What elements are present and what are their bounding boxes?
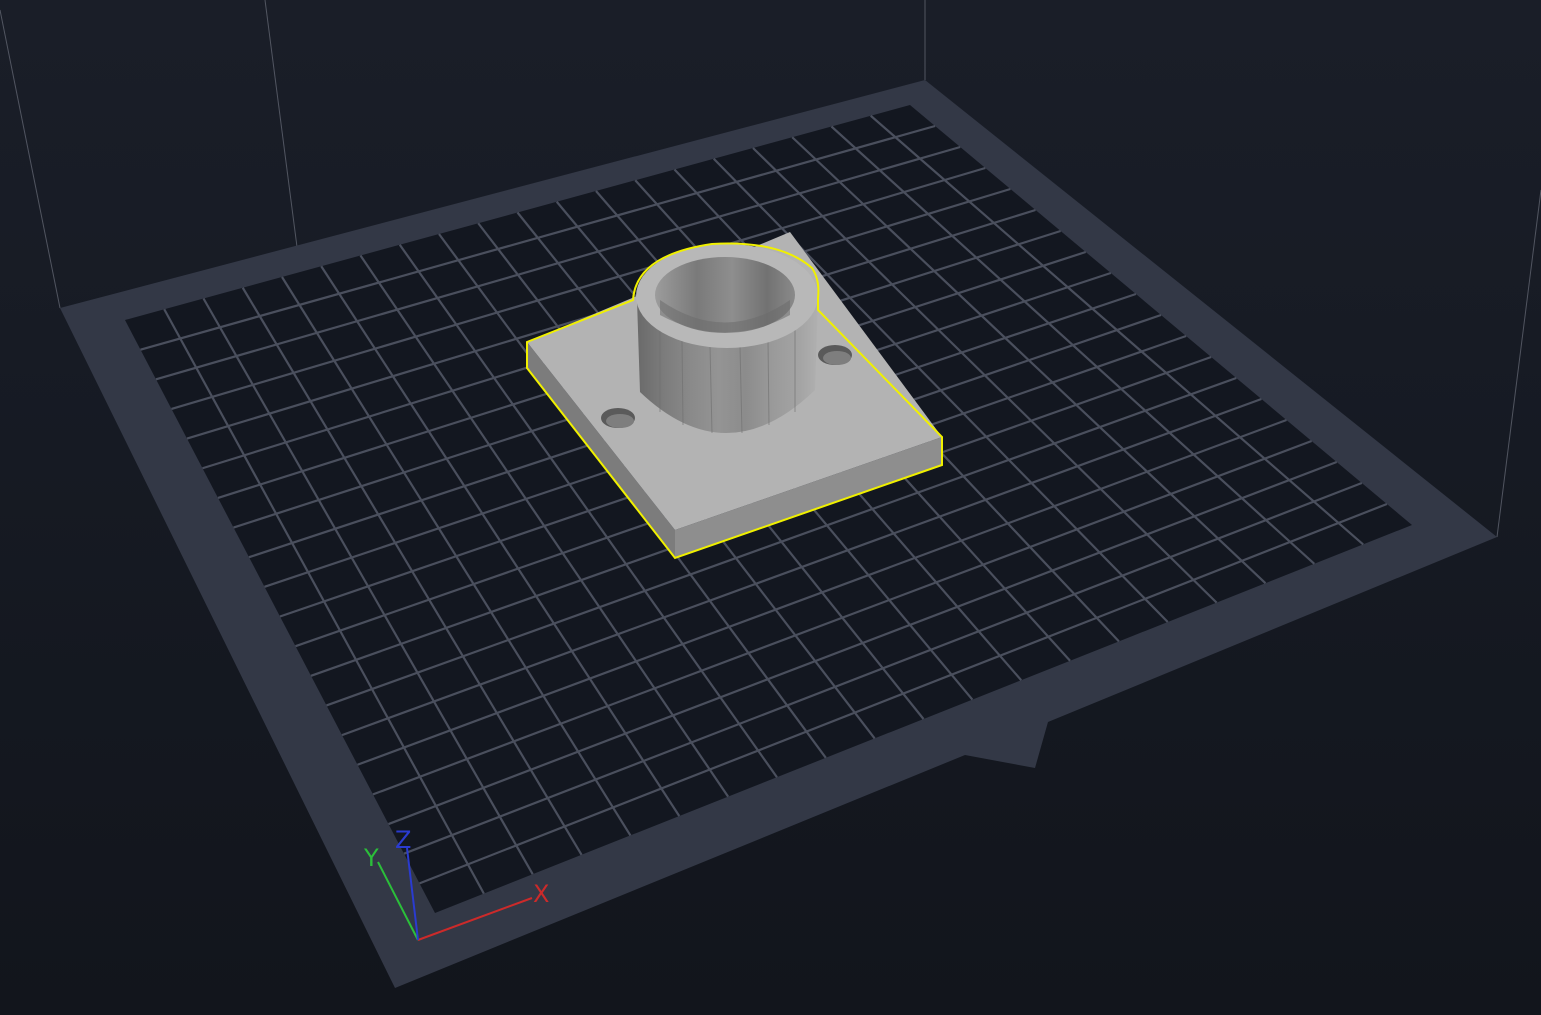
axis-y-label: Y <box>363 844 379 872</box>
build-volume-edge-right <box>1496 189 1541 538</box>
build-volume-edge-left <box>0 9 61 309</box>
3d-viewport[interactable]: X Y Z <box>0 0 1541 1015</box>
build-volume-edge-back-left <box>264 0 301 271</box>
mount-hole-right-inner <box>823 351 851 365</box>
axis-x-label: X <box>533 880 549 908</box>
axis-z-label: Z <box>395 826 411 854</box>
mount-hole-left-inner <box>606 414 634 428</box>
scene-canvas[interactable]: X Y Z <box>0 0 1541 1015</box>
